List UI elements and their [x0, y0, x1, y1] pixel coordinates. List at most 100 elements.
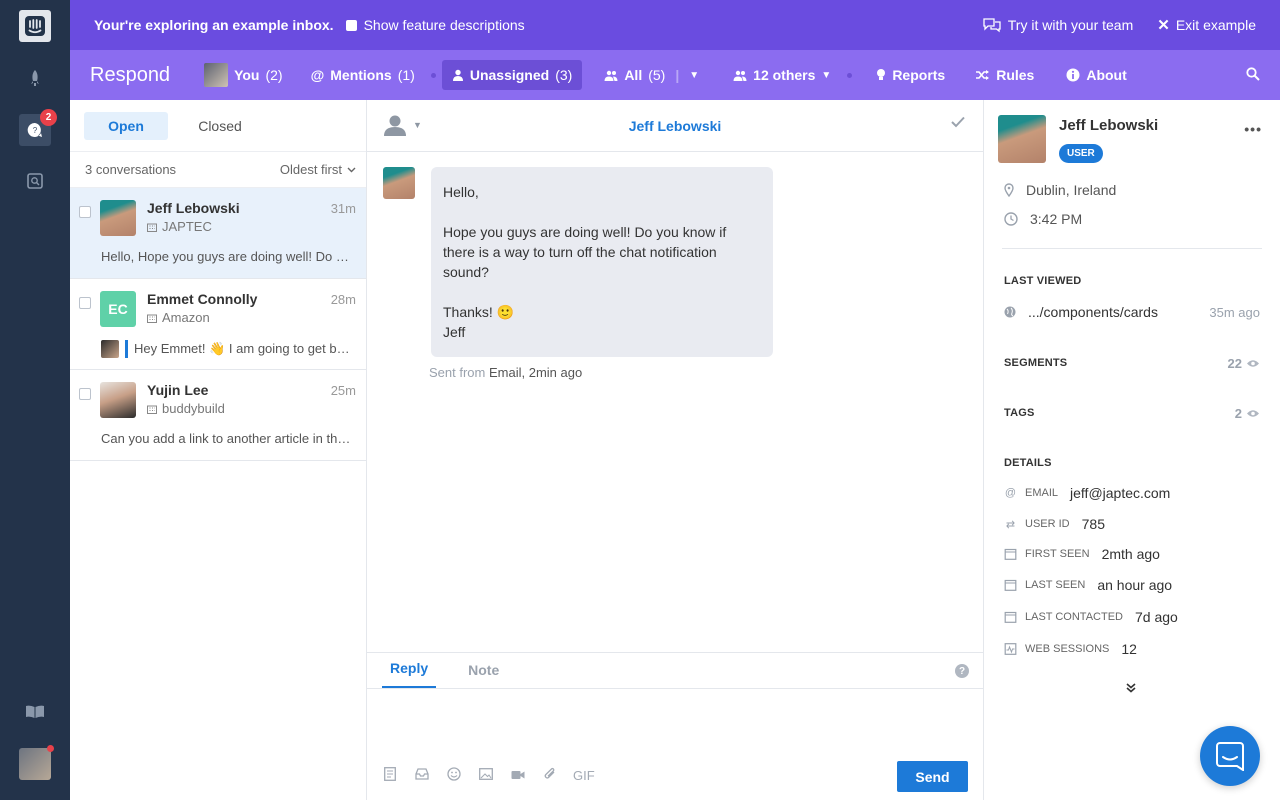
shuffle-icon [976, 70, 990, 80]
tab-note[interactable]: Note [460, 662, 507, 688]
video-icon[interactable] [509, 768, 527, 783]
inbox-icon[interactable] [413, 768, 431, 783]
location-row: Dublin, Ireland [1004, 182, 1116, 198]
messenger-launcher-button[interactable] [1200, 726, 1260, 786]
nav-separator [430, 72, 436, 78]
person-icon [384, 115, 406, 136]
emoji-icon[interactable] [445, 767, 463, 784]
message-bubble: Hello, Hope you guys are doing well! Do … [431, 167, 773, 357]
app-rail: ? 2 [0, 0, 70, 800]
attachment-icon[interactable] [541, 767, 559, 784]
nav-all[interactable]: All (5) | ▼ [594, 60, 709, 90]
search-users-icon[interactable] [19, 165, 51, 197]
feature-descriptions-toggle[interactable]: Show feature descriptions [345, 17, 525, 33]
list-item[interactable]: Jeff Lebowski JAPTEC 31m Hello, Hope you… [70, 188, 366, 279]
conversation-title[interactable]: Jeff Lebowski [367, 118, 983, 134]
nav-mentions-label: Mentions [330, 67, 392, 83]
last-viewed-row[interactable]: .../components/cards [1004, 304, 1158, 320]
building-icon [147, 223, 157, 232]
detail-value[interactable]: jeff@japtec.com [1070, 485, 1170, 501]
sort-dropdown[interactable]: Oldest first [280, 162, 356, 177]
message-text: Thanks! 🙂 [443, 304, 515, 320]
tags-heading[interactable]: TAGS [1004, 407, 1035, 419]
nav-others[interactable]: 12 others ▼ [723, 60, 841, 90]
chat-icon: ? [27, 122, 42, 137]
tags-number: 2 [1234, 406, 1242, 421]
checkbox[interactable] [79, 388, 91, 400]
composer-tabs: Reply Note ? [367, 653, 983, 689]
article-icon[interactable] [381, 767, 399, 784]
location-pin-icon [1004, 183, 1014, 197]
try-with-team-link[interactable]: Try it with your team [982, 17, 1134, 33]
tab-closed[interactable]: Closed [178, 112, 262, 140]
conversation-count: 3 conversations [85, 162, 177, 177]
tags-count[interactable]: 2 [1235, 406, 1260, 421]
send-button[interactable]: Send [897, 761, 968, 792]
nav-unassigned-count: (3) [555, 67, 573, 83]
checkbox[interactable] [345, 19, 357, 31]
company-name: JAPTEC [162, 219, 212, 234]
tab-reply[interactable]: Reply [382, 660, 437, 688]
nav-divider: | [675, 67, 680, 83]
tab-open[interactable]: Open [84, 111, 168, 140]
sort-label: Oldest first [279, 162, 342, 177]
activity-icon [1004, 643, 1017, 655]
conversation-time: 28m [330, 292, 356, 307]
nav-reports[interactable]: Reports [866, 60, 955, 90]
assignee-dropdown[interactable]: ▼ [383, 114, 422, 136]
segments-heading[interactable]: SEGMENTS [1004, 357, 1067, 369]
nav-you[interactable]: You (2) [194, 60, 293, 90]
conversation-time: 31m [330, 201, 356, 216]
detail-value: an hour ago [1097, 577, 1173, 593]
checkbox[interactable] [79, 297, 91, 309]
exit-example-label: Exit example [1175, 17, 1256, 33]
user-badge: USER [1059, 144, 1103, 163]
expand-details-icon[interactable] [1126, 680, 1136, 696]
checkbox[interactable] [79, 206, 91, 218]
inbox-nav-item[interactable]: ? 2 [19, 109, 57, 146]
exit-example-button[interactable]: ✕ Exit example [1157, 16, 1256, 34]
info-icon [1066, 68, 1080, 82]
image-icon[interactable] [477, 768, 495, 783]
rocket-icon[interactable] [19, 62, 51, 94]
chat-bubbles-icon [983, 18, 1001, 33]
nav-rules[interactable]: Rules [965, 60, 1044, 90]
search-icon[interactable] [1246, 66, 1260, 84]
list-item[interactable]: Yujin Lee buddybuild 25m Can you add a l… [70, 370, 366, 461]
calendar-icon [1004, 548, 1017, 560]
help-icon[interactable]: ? [955, 664, 969, 678]
chevron-down-icon: ▼ [821, 69, 832, 81]
building-icon [147, 405, 157, 414]
list-header: 3 conversations Oldest first [70, 152, 366, 188]
chevron-down-icon: ▼ [413, 120, 422, 130]
banner-message: Your're exploring an example inbox. [94, 17, 334, 33]
app-title: Respond [90, 63, 171, 86]
detail-label: LAST SEEN [1025, 579, 1086, 591]
detail-last-seen: LAST SEEN an hour ago [1004, 577, 1172, 593]
reply-indicator [125, 340, 128, 358]
profile-name[interactable]: Jeff Lebowski [1059, 117, 1158, 134]
detail-label: FIRST SEEN [1025, 548, 1090, 560]
intercom-logo-icon[interactable] [19, 10, 51, 42]
more-options-icon[interactable]: ••• [1244, 121, 1262, 137]
nav-unassigned[interactable]: Unassigned (3) [441, 60, 583, 90]
try-with-team-label: Try it with your team [1007, 17, 1134, 33]
message-text: Hope you guys are doing well! Do you kno… [443, 224, 727, 280]
current-user-avatar[interactable] [19, 745, 54, 780]
person-icon [452, 69, 463, 81]
gif-button[interactable]: GIF [573, 768, 595, 783]
preview-text: Hey Emmet! 👋 I am going to get back to y… [134, 341, 351, 356]
chevron-down-icon[interactable]: ▼ [689, 70, 699, 81]
nav-about[interactable]: About [1056, 60, 1136, 90]
building-icon [147, 314, 157, 323]
segments-count[interactable]: 22 [1228, 356, 1260, 371]
message-preview: Hello, Hope you guys are doing well! Do … [101, 249, 351, 264]
nav-mentions[interactable]: @ Mentions (1) [301, 60, 425, 90]
close-conversation-button[interactable] [951, 115, 965, 131]
nav-you-label: You [234, 67, 260, 83]
contact-name: Emmet Connolly [147, 291, 258, 307]
list-item[interactable]: EC Emmet Connolly Amazon 28m Hey Emmet! … [70, 279, 366, 370]
book-icon[interactable] [19, 696, 51, 728]
team-icon [733, 70, 747, 81]
detail-web-sessions: WEB SESSIONS 12 [1004, 641, 1137, 657]
